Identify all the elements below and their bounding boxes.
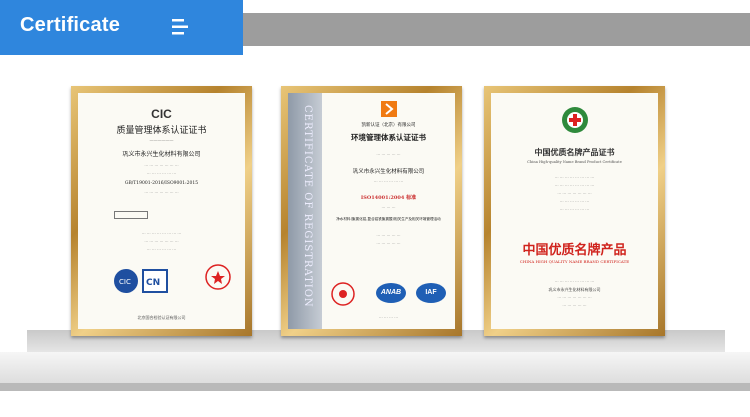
side-stripe: CERTIFICATE OF REGISTRATION bbox=[288, 93, 322, 329]
certificate-title: 中国优质名牌产品证书 bbox=[534, 147, 615, 157]
certificate-title: 质量管理体系认证证书 bbox=[116, 126, 207, 136]
certificate-paper: CIC 质量管理体系认证证书 —————— 巩义市永兴生化材料有限公司 ··· … bbox=[78, 93, 245, 329]
accreditation-logos-icon: CIC CN bbox=[114, 269, 168, 293]
iaf-badge: IAF bbox=[416, 283, 446, 303]
brand-title-en: CHINA HIGH QUALITY NAME BRAND CERTIFICAT… bbox=[519, 259, 630, 264]
scope-text: 净水材料(聚氯化铝,复合铝铁聚氯酸)相关生产及相关环境管理活动 bbox=[336, 217, 441, 221]
menu-icon[interactable] bbox=[172, 18, 194, 36]
certificate-frame-environment[interactable]: CERTIFICATE OF REGISTRATION 凯新认证（北京）有限公司… bbox=[281, 86, 462, 336]
page-title: Certificate bbox=[20, 14, 121, 36]
svg-text:CN: CN bbox=[146, 278, 160, 288]
certificate-paper: 中国优质名牌产品证书 China High-quality Name Brand… bbox=[491, 93, 658, 329]
header-tab: Certificate bbox=[0, 0, 243, 55]
scope-box bbox=[114, 211, 148, 219]
cic-logo: CIC bbox=[151, 107, 172, 121]
certificate-frame-brand[interactable]: 中国优质名牌产品证书 China High-quality Name Brand… bbox=[484, 86, 665, 336]
header-bar: Certificate bbox=[0, 0, 750, 55]
certificate-frame-quality[interactable]: CIC 质量管理体系认证证书 —————— 巩义市永兴生化材料有限公司 ··· … bbox=[71, 86, 252, 336]
certificate-title: 环境管理体系认证证书 bbox=[351, 133, 426, 142]
anab-badge: ANAB bbox=[376, 283, 406, 303]
issuer-logo-icon bbox=[381, 101, 397, 117]
emblem-icon bbox=[562, 107, 588, 133]
certificate-paper: CERTIFICATE OF REGISTRATION 凯新认证（北京）有限公司… bbox=[288, 93, 455, 329]
company-name: 巩义市永兴生化材料有限公司 bbox=[548, 287, 601, 292]
issuer-name: 凯新认证（北京）有限公司 bbox=[361, 123, 416, 128]
side-text: CERTIFICATE OF REGISTRATION bbox=[302, 105, 313, 308]
company-name: 巩义市永兴生化材料有限公司 bbox=[122, 151, 201, 158]
svg-text:CIC: CIC bbox=[119, 278, 131, 286]
standard-text: GB/T19001-2016/ISO9001:2015 bbox=[124, 181, 199, 186]
red-seal-icon bbox=[205, 264, 231, 290]
brand-title: 中国优质名牌产品 bbox=[522, 243, 627, 258]
standard-text: ISO14001:2004 标准 bbox=[360, 195, 417, 201]
shelf-lip bbox=[0, 383, 750, 391]
certificate-subtitle: China High-quality Name Brand Product Ce… bbox=[527, 160, 622, 164]
header-gray-band bbox=[240, 13, 750, 46]
issuer-footer: 北京国合检验认证有限公司 bbox=[137, 315, 186, 320]
shelf-front bbox=[0, 352, 750, 385]
company-name: 巩义市永兴生化材料有限公司 bbox=[352, 169, 425, 175]
seal-icon bbox=[331, 282, 355, 306]
